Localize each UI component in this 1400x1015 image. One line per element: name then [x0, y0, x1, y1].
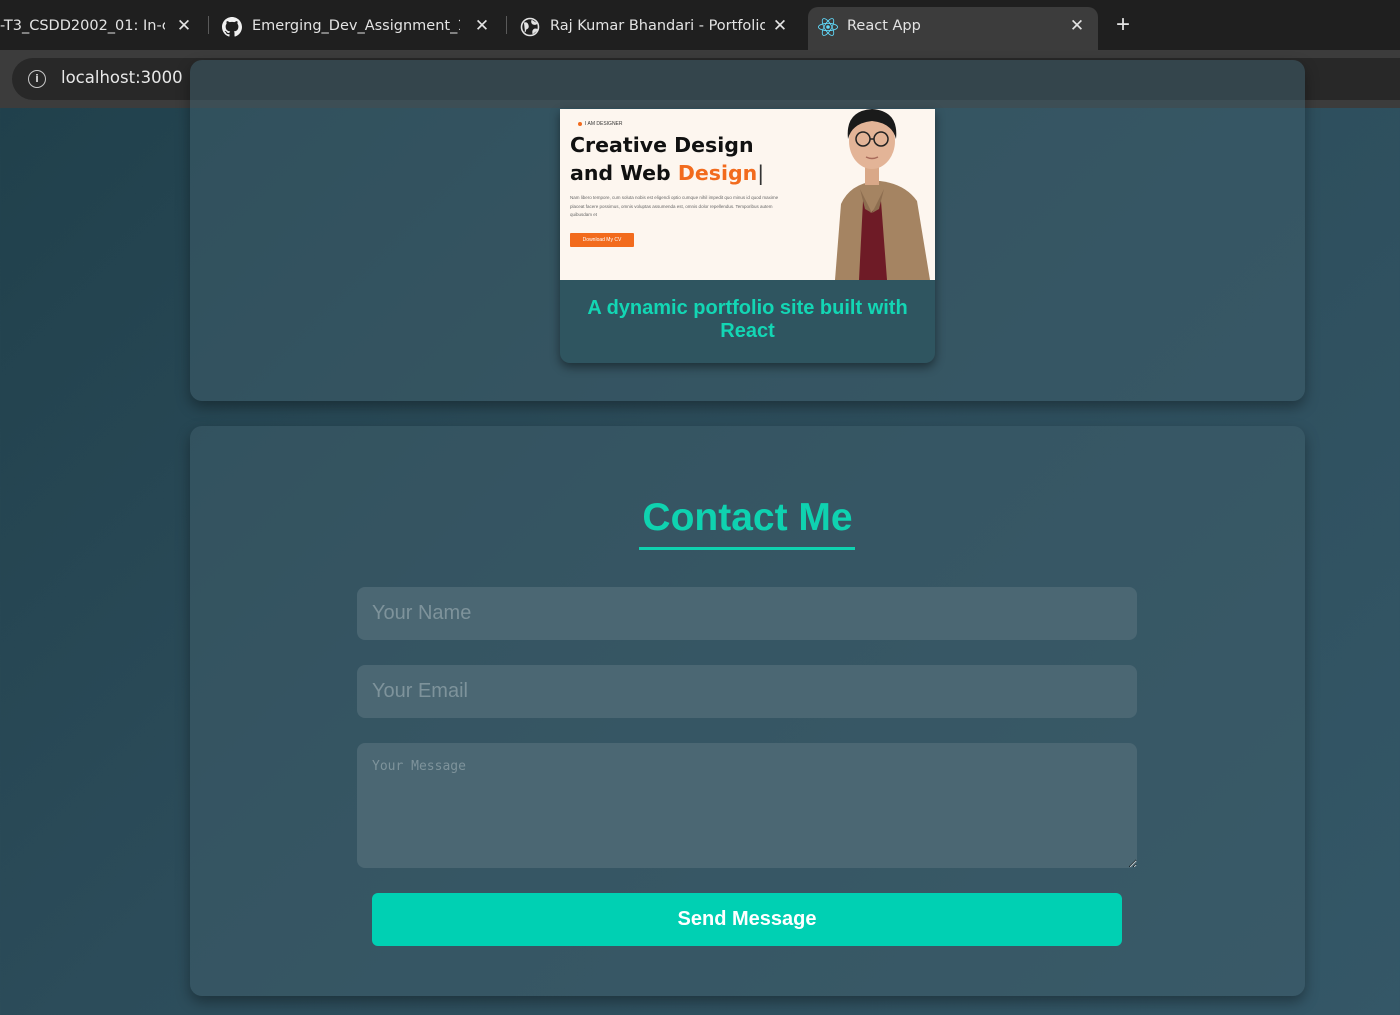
- close-icon[interactable]: ✕: [771, 17, 789, 35]
- tab-title: Raj Kumar Bhandari - Portfolio: [550, 18, 765, 34]
- github-icon: [222, 17, 242, 37]
- title-underline: [639, 547, 855, 550]
- thumbnail-tag: I AM DESIGNER: [578, 121, 623, 127]
- name-input[interactable]: [357, 587, 1137, 640]
- project-thumbnail: I AM DESIGNER Creative Design and Web De…: [560, 109, 935, 280]
- message-textarea[interactable]: [357, 743, 1137, 868]
- project-caption: A dynamic portfolio site built with Reac…: [587, 297, 908, 342]
- close-icon[interactable]: ✕: [175, 17, 193, 35]
- email-input[interactable]: [357, 665, 1137, 718]
- browser-tab-bar: -T3_CSDD2002_01: In-cla ✕ Emerging_Dev_A…: [0, 0, 1400, 50]
- projects-section: I AM DESIGNER Creative Design and Web De…: [190, 60, 1305, 401]
- tab-divider: [506, 16, 507, 34]
- contact-title: Contact Me: [642, 496, 853, 539]
- url-text[interactable]: localhost:3000: [61, 68, 183, 87]
- send-message-button[interactable]: Send Message: [372, 893, 1122, 946]
- tab-title: React App: [847, 18, 921, 34]
- globe-icon: [520, 17, 540, 37]
- download-cv-button: Download My CV: [570, 233, 634, 247]
- headline-line-2-accent: Design: [677, 161, 758, 185]
- tab-github[interactable]: Emerging_Dev_Assignment_1/P ✕: [212, 7, 502, 50]
- tab-title: -T3_CSDD2002_01: In-cla: [0, 18, 165, 34]
- headline-line-1: Creative Design: [570, 133, 754, 157]
- headline-line-2-prefix: and Web: [570, 161, 678, 185]
- site-info-icon[interactable]: i: [28, 70, 46, 88]
- tab-title: Emerging_Dev_Assignment_1/P: [252, 18, 460, 34]
- thumbnail-body-text: Nam libero tempore, cum soluta nobis est…: [570, 195, 779, 217]
- close-icon[interactable]: ✕: [1068, 17, 1086, 35]
- contact-section: Contact Me Send Message: [190, 426, 1305, 996]
- thumbnail-headline: Creative Design and Web Design|: [570, 133, 765, 185]
- tab-course[interactable]: -T3_CSDD2002_01: In-cla ✕: [0, 7, 205, 50]
- react-icon: [818, 18, 838, 36]
- tab-divider: [208, 16, 209, 34]
- tab-portfolio[interactable]: Raj Kumar Bhandari - Portfolio ✕: [510, 7, 800, 50]
- portrait-image: [795, 109, 935, 280]
- close-icon[interactable]: ✕: [473, 17, 491, 35]
- new-tab-button[interactable]: +: [1110, 12, 1136, 38]
- tab-react-app[interactable]: React App ✕: [808, 7, 1098, 50]
- project-card[interactable]: I AM DESIGNER Creative Design and Web De…: [560, 109, 935, 363]
